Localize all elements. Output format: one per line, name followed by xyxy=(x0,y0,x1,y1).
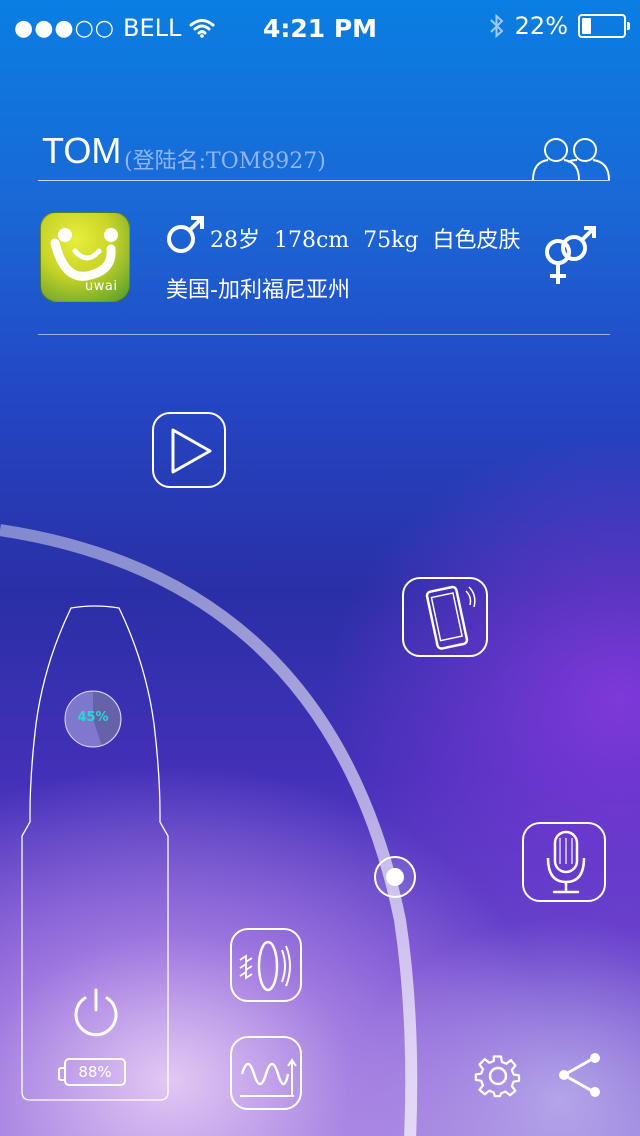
arc-slider-knob[interactable] xyxy=(372,854,418,900)
header-divider xyxy=(38,180,610,181)
microphone-icon xyxy=(546,830,586,894)
people-icon[interactable] xyxy=(530,134,612,182)
male-symbol-icon xyxy=(167,216,204,253)
user-location: 美国-加利福尼亚州 xyxy=(166,278,350,303)
phone-icon xyxy=(425,585,476,650)
vibrate-icon xyxy=(239,940,291,992)
gender-pair-icon[interactable] xyxy=(538,222,600,288)
user-name: TOM xyxy=(42,130,122,171)
wave-icon xyxy=(240,1058,297,1097)
wave-button[interactable] xyxy=(230,1036,302,1110)
vibrate-button[interactable] xyxy=(230,928,302,1002)
logo-text: uwai xyxy=(85,279,118,294)
microphone-button[interactable] xyxy=(522,822,606,902)
status-bar: ●●●○○ BELL 4:21 PM 22% xyxy=(0,0,640,56)
battery-percent: 22% xyxy=(514,12,568,40)
profile-divider xyxy=(38,334,610,335)
user-login-name: (登陆名:TOM8927) xyxy=(124,149,326,174)
progress-label: 45% xyxy=(77,710,109,725)
status-right: 22% xyxy=(489,12,630,40)
bluetooth-icon xyxy=(489,13,504,39)
share-icon[interactable] xyxy=(556,1050,604,1100)
phone-button[interactable] xyxy=(402,577,488,657)
device-battery-icon: 88% xyxy=(58,1058,126,1086)
play-icon xyxy=(171,428,212,474)
user-stats: 28岁 178cm 75kg 白色皮肤 xyxy=(210,228,521,253)
battery-icon xyxy=(578,14,630,38)
battery-fill xyxy=(582,18,591,34)
play-button[interactable] xyxy=(152,412,226,488)
app-logo: uwai xyxy=(40,212,130,302)
device-battery-cap xyxy=(58,1067,65,1081)
power-icon[interactable] xyxy=(70,986,122,1038)
device-battery-label: 88% xyxy=(78,1063,112,1081)
settings-icon[interactable] xyxy=(474,1052,522,1100)
